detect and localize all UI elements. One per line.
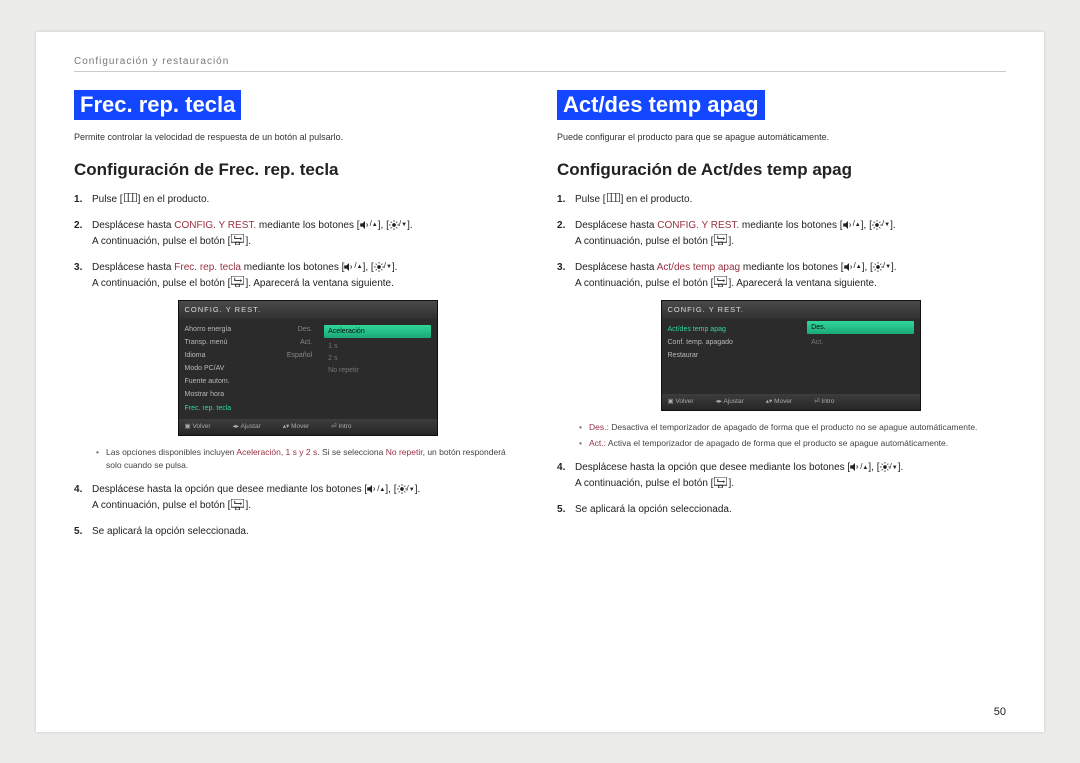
divider xyxy=(74,71,1006,72)
vol-up-icon: / xyxy=(344,260,362,273)
document-page: Configuración y restauración Frec. rep. … xyxy=(36,32,1044,732)
item-name: Frec. rep. tecla xyxy=(174,262,241,273)
steps-list: Pulse [] en el producto. Desplácese hast… xyxy=(557,192,1006,518)
subheading: Configuración de Frec. rep. tecla xyxy=(74,160,523,180)
step-3: Desplácese hasta Act/des temp apag media… xyxy=(557,260,1006,450)
vol-up-icon: / xyxy=(360,218,378,231)
bright-down-icon: / xyxy=(374,260,392,273)
menu-name: CONFIG. Y REST. xyxy=(174,220,256,231)
bright-down-icon: / xyxy=(397,483,415,496)
osd-selected-option: Aceleración xyxy=(324,325,430,338)
title-frec-rep-tecla: Frec. rep. tecla xyxy=(74,90,241,120)
step-1: Pulse [] en el producto. xyxy=(557,192,1006,208)
osd-screenshot: CONFIG. Y REST. Act/des temp apag Conf. … xyxy=(661,300,921,412)
note-item: Act.: Activa el temporizador de apagado … xyxy=(579,437,1006,450)
note-item: Las opciones disponibles incluyen Aceler… xyxy=(96,446,523,472)
menu-name: CONFIG. Y REST. xyxy=(657,220,739,231)
osd-title: CONFIG. Y REST. xyxy=(662,301,920,319)
step-4: Desplácese hasta la opción que desee med… xyxy=(74,482,523,514)
menu-icon xyxy=(606,193,621,204)
osd-title: CONFIG. Y REST. xyxy=(179,301,437,319)
right-column: Act/des temp apag Puede configurar el pr… xyxy=(557,90,1006,714)
step-2: Desplácese hasta CONFIG. Y REST. mediant… xyxy=(557,218,1006,250)
bright-down-icon: / xyxy=(873,260,891,273)
item-name: Act/des temp apag xyxy=(657,262,740,273)
enter-icon xyxy=(713,477,728,490)
menu-icon xyxy=(123,193,138,204)
enter-icon xyxy=(713,234,728,247)
step-4: Desplácese hasta la opción que desee med… xyxy=(557,460,1006,492)
subheading: Configuración de Act/des temp apag xyxy=(557,160,1006,180)
note-list: Las opciones disponibles incluyen Aceler… xyxy=(96,446,523,472)
enter-icon xyxy=(713,276,728,289)
step-5: Se aplicará la opción seleccionada. xyxy=(74,524,523,540)
vol-up-icon: / xyxy=(844,260,862,273)
two-column-layout: Frec. rep. tecla Permite controlar la ve… xyxy=(74,90,1006,714)
bright-down-icon: / xyxy=(880,461,898,474)
note-list: Des.: Desactiva el temporizador de apaga… xyxy=(579,421,1006,450)
lead-text: Permite controlar la velocidad de respue… xyxy=(74,132,523,142)
note-item: Des.: Desactiva el temporizador de apaga… xyxy=(579,421,1006,434)
enter-icon xyxy=(230,234,245,247)
section-header: Configuración y restauración xyxy=(74,56,1006,67)
lead-text: Puede configurar el producto para que se… xyxy=(557,132,1006,142)
step-3: Desplácese hasta Frec. rep. tecla median… xyxy=(74,260,523,472)
page-number: 50 xyxy=(994,706,1006,718)
vol-up-icon: / xyxy=(843,218,861,231)
step-5: Se aplicará la opción seleccionada. xyxy=(557,502,1006,518)
enter-icon xyxy=(230,276,245,289)
bright-down-icon: / xyxy=(872,218,890,231)
steps-list: Pulse [] en el producto. Desplácese hast… xyxy=(74,192,523,540)
left-column: Frec. rep. tecla Permite controlar la ve… xyxy=(74,90,523,714)
vol-up-icon: / xyxy=(850,461,868,474)
step-2: Desplácese hasta CONFIG. Y REST. mediant… xyxy=(74,218,523,250)
vol-up-icon: / xyxy=(367,483,385,496)
bright-down-icon: / xyxy=(389,218,407,231)
osd-screenshot: CONFIG. Y REST. Ahorro energíaDes. Trans… xyxy=(178,300,438,437)
osd-selected-option: Des. xyxy=(807,321,913,334)
enter-icon xyxy=(230,499,245,512)
title-act-des-temp-apag: Act/des temp apag xyxy=(557,90,765,120)
step-1: Pulse [] en el producto. xyxy=(74,192,523,208)
